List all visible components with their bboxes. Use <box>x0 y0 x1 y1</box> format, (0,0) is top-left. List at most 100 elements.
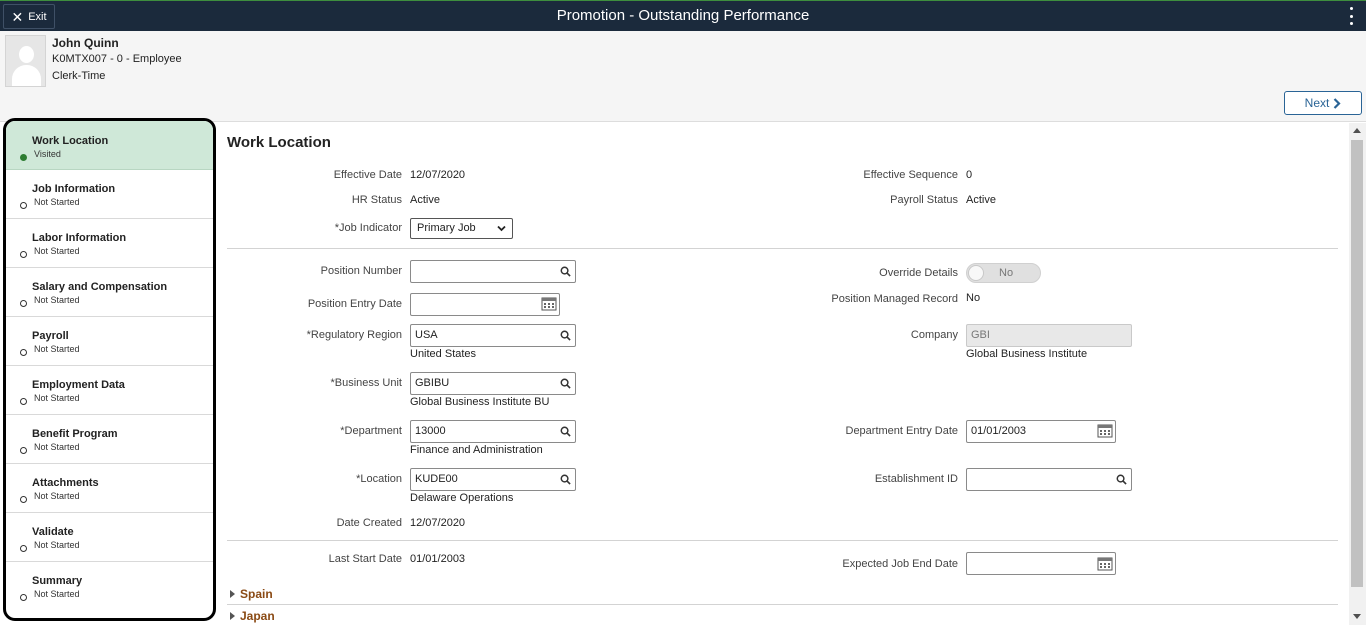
effective-sequence-value: 0 <box>966 169 973 181</box>
nav-item-status: Not Started <box>34 295 80 305</box>
last-start-date-value: 01/01/2003 <box>410 553 466 565</box>
payroll-status-label: Payroll Status <box>890 194 958 206</box>
collapsible-label: Spain <box>240 587 273 601</box>
search-icon[interactable] <box>560 378 571 389</box>
nav-item-employment-data[interactable]: Employment Data Not Started <box>6 366 213 415</box>
work-location-panel: Work Location Effective Date 12/07/2020 … <box>218 123 1349 625</box>
scroll-thumb[interactable] <box>1351 140 1363 587</box>
calendar-icon[interactable] <box>1097 556 1113 571</box>
regulatory-region-input[interactable]: USA <box>410 324 576 347</box>
establishment-id-input[interactable] <box>966 468 1132 491</box>
company-description: Global Business Institute <box>966 348 1088 360</box>
business-unit-input[interactable]: GBIBU <box>410 372 576 395</box>
scroll-up-arrow-icon[interactable] <box>1353 128 1361 133</box>
expected-job-end-date-input[interactable] <box>966 552 1116 575</box>
position-managed-record-value: No <box>966 292 981 304</box>
position-entry-date-label: Position Entry Date <box>307 298 402 310</box>
nav-item-job-information[interactable]: Job Information Not Started <box>6 170 213 219</box>
department-entry-date-label: Department Entry Date <box>845 425 959 437</box>
business-unit-description: Global Business Institute BU <box>410 396 550 408</box>
employee-name: John Quinn <box>52 36 119 50</box>
regulatory-region-description: United States <box>410 348 477 360</box>
step-navigation: Work Location Visited Job Information No… <box>3 118 216 621</box>
nav-item-attachments[interactable]: Attachments Not Started <box>6 464 213 513</box>
nav-item-salary-and-compensation[interactable]: Salary and Compensation Not Started <box>6 268 213 317</box>
nav-item-label: Attachments <box>32 477 99 489</box>
page-title: Promotion - Outstanding Performance <box>556 7 810 24</box>
company-label: Company <box>910 329 958 341</box>
status-dot-icon <box>20 496 27 503</box>
payroll-status-value: Active <box>966 194 996 206</box>
effective-date-value: 12/07/2020 <box>410 169 466 181</box>
chevron-down-icon <box>497 225 506 232</box>
expected-job-end-date-label: Expected Job End Date <box>842 558 958 570</box>
nav-item-label: Validate <box>32 526 74 538</box>
calendar-icon[interactable] <box>541 296 557 311</box>
employee-id: K0MTX007 - 0 - Employee <box>52 53 182 65</box>
chevron-right-icon <box>1334 97 1341 109</box>
status-dot-icon <box>20 349 27 356</box>
nav-item-payroll[interactable]: Payroll Not Started <box>6 317 213 366</box>
override-details-label: Override Details <box>879 267 958 279</box>
status-dot-icon <box>20 300 27 307</box>
status-dot-icon <box>20 447 27 454</box>
department-input[interactable]: 13000 <box>410 420 576 443</box>
status-dot-icon <box>20 398 27 405</box>
nav-item-benefit-program[interactable]: Benefit Program Not Started <box>6 415 213 464</box>
nav-item-labor-information[interactable]: Labor Information Not Started <box>6 219 213 268</box>
nav-item-work-location[interactable]: Work Location Visited <box>6 121 213 170</box>
department-entry-date-input[interactable]: 01/01/2003 <box>966 420 1116 443</box>
hr-status-label: HR Status <box>351 194 402 206</box>
section-title: Work Location <box>227 134 331 151</box>
employee-header: John Quinn K0MTX007 - 0 - Employee Clerk… <box>0 31 1366 122</box>
nav-item-summary[interactable]: Summary Not Started <box>6 562 213 611</box>
search-icon[interactable] <box>560 426 571 437</box>
department-description: Finance and Administration <box>410 444 543 456</box>
position-entry-date-input[interactable] <box>410 293 560 316</box>
nav-item-label: Salary and Compensation <box>32 281 168 293</box>
job-indicator-select[interactable]: Primary Job <box>410 218 513 239</box>
nav-item-validate[interactable]: Validate Not Started <box>6 513 213 562</box>
scroll-down-arrow-icon[interactable] <box>1353 614 1361 619</box>
nav-item-label: Summary <box>32 575 83 587</box>
toggle-knob <box>968 265 984 281</box>
business-unit-label: *Business Unit <box>330 377 402 389</box>
nav-item-status: Not Started <box>34 393 80 403</box>
nav-item-status: Visited <box>34 149 61 159</box>
vertical-scrollbar[interactable] <box>1349 123 1366 625</box>
next-label: Next <box>1304 96 1330 110</box>
location-description: Delaware Operations <box>410 492 514 504</box>
status-dot-icon <box>20 251 27 258</box>
nav-item-label: Payroll <box>32 330 69 342</box>
status-dot-icon <box>20 594 27 601</box>
job-indicator-value: Primary Job <box>417 222 476 234</box>
caret-right-icon <box>230 590 235 598</box>
next-button[interactable]: Next <box>1284 91 1362 115</box>
divider <box>227 604 1338 605</box>
establishment-id-label: Establishment ID <box>874 473 958 485</box>
collapsible-label: Japan <box>240 609 275 623</box>
date-created-label: Date Created <box>336 517 402 529</box>
collapsible-japan[interactable]: Japan <box>230 609 275 623</box>
position-number-input[interactable] <box>410 260 576 283</box>
search-icon[interactable] <box>1116 474 1127 485</box>
hr-status-value: Active <box>410 194 440 206</box>
override-details-toggle[interactable]: No <box>966 263 1041 283</box>
effective-date-label: Effective Date <box>333 169 402 181</box>
collapsible-spain[interactable]: Spain <box>230 587 273 601</box>
position-managed-record-label: Position Managed Record <box>831 293 958 305</box>
location-input[interactable]: KUDE00 <box>410 468 576 491</box>
search-icon[interactable] <box>560 474 571 485</box>
caret-right-icon <box>230 612 235 620</box>
date-created-value: 12/07/2020 <box>410 517 466 529</box>
status-dot-icon <box>20 202 27 209</box>
status-dot-icon <box>20 545 27 552</box>
search-icon[interactable] <box>560 266 571 277</box>
nav-item-status: Not Started <box>34 540 80 550</box>
job-indicator-label: *Job Indicator <box>334 222 402 234</box>
nav-item-status: Not Started <box>34 344 80 354</box>
calendar-icon[interactable] <box>1097 423 1113 438</box>
search-icon[interactable] <box>560 330 571 341</box>
more-actions-icon[interactable] <box>1348 7 1354 25</box>
nav-item-status: Not Started <box>34 442 80 452</box>
